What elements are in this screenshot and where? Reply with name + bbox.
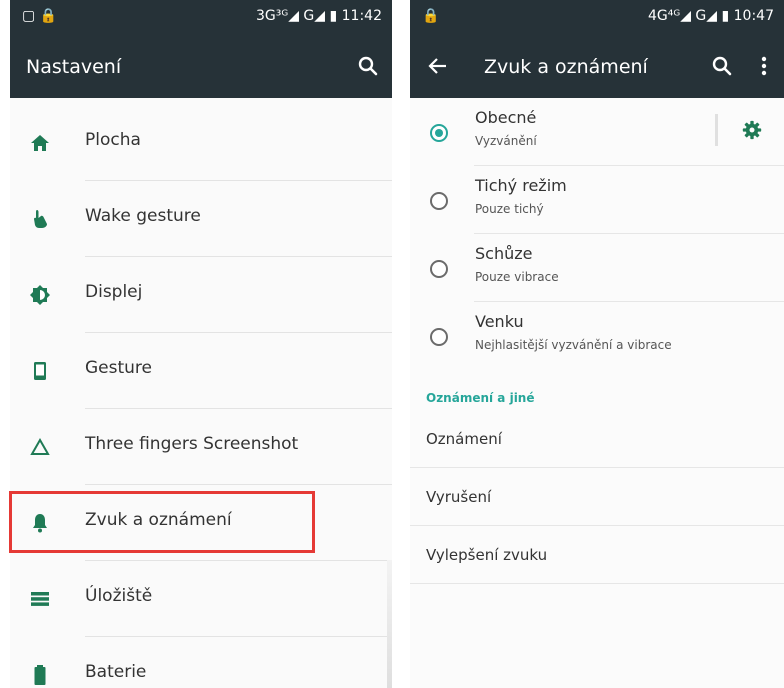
settings-item-baterie[interactable]: Baterie <box>10 637 392 688</box>
settings-item-uloziste[interactable]: Úložiště <box>10 561 392 637</box>
status-left-icons: ▢ 🔒 <box>22 8 58 24</box>
settings-item-label: Displej <box>85 282 143 302</box>
settings-item-displej[interactable]: Displej <box>10 257 392 333</box>
settings-item-label: Gesture <box>85 358 153 378</box>
home-icon <box>31 135 49 151</box>
page-title: Nastavení <box>26 56 122 78</box>
app-bar: Zvuk a oznámení <box>410 34 784 98</box>
settings-item-label: Three fingers Screenshot <box>85 434 299 454</box>
profile-subtitle: Pouze vibrace <box>475 270 559 284</box>
highlight-box <box>9 491 315 553</box>
status-left-icons: 🔒 <box>422 8 440 24</box>
settings-item-label: Oznámení <box>426 430 502 448</box>
settings-item-vylepseni-zvuku[interactable]: Vylepšení zvuku <box>410 526 784 584</box>
profile-subtitle: Nejhlasitější vyzvánění a vibrace <box>475 338 672 352</box>
phone-icon <box>34 362 46 380</box>
settings-item-label: Vylepšení zvuku <box>426 546 548 564</box>
search-icon[interactable] <box>356 54 380 78</box>
settings-item-label: Wake gesture <box>85 206 201 226</box>
status-bar: ▢ 🔒 3G³ᴳ◢ G◢ ▮ 11:42 <box>10 0 392 34</box>
settings-item-vyruseni[interactable]: Vyrušení <box>410 468 784 526</box>
settings-screen: ▢ 🔒 3G³ᴳ◢ G◢ ▮ 11:42 Nastavení Plocha Wa… <box>10 0 392 688</box>
app-bar: Nastavení <box>10 34 392 98</box>
settings-item-plocha[interactable]: Plocha <box>10 105 392 181</box>
hand-gesture-icon <box>34 210 47 228</box>
settings-item-oznameni[interactable]: Oznámení <box>410 410 784 468</box>
radio-button-selected[interactable] <box>430 124 448 142</box>
profile-subtitle: Pouze tichý <box>475 202 544 216</box>
profile-subtitle: Vyzvánění <box>475 134 537 148</box>
gear-icon[interactable] <box>742 120 762 140</box>
storage-icon <box>31 592 49 606</box>
radio-button[interactable] <box>430 192 448 210</box>
radio-button[interactable] <box>430 260 448 278</box>
battery-icon <box>34 665 46 685</box>
settings-item-wake-gesture[interactable]: Wake gesture <box>10 181 392 257</box>
status-right-info: 3G³ᴳ◢ G◢ ▮ 11:42 <box>256 8 382 24</box>
sound-profile-tichy-rezim[interactable]: Tichý režim Pouze tichý <box>410 166 784 234</box>
radio-button[interactable] <box>430 328 448 346</box>
page-title: Zvuk a oznámení <box>484 56 648 78</box>
brightness-icon <box>30 285 50 305</box>
settings-item-label: Úložiště <box>85 586 153 606</box>
profile-title: Obecné <box>475 108 537 127</box>
settings-item-label: Vyrušení <box>426 488 492 506</box>
separator <box>715 114 718 146</box>
sound-settings-screen: 🔒 4G⁴ᴳ◢ G◢ ▮ 10:47 Zvuk a oznámení Obecn… <box>410 0 784 688</box>
more-vert-icon[interactable] <box>752 54 776 78</box>
sound-profile-obecne[interactable]: Obecné Vyzvánění <box>410 98 784 166</box>
profile-title: Tichý režim <box>475 176 567 195</box>
section-header: Oznámení a jiné <box>426 391 535 405</box>
sound-profile-schuze[interactable]: Schůze Pouze vibrace <box>410 234 784 302</box>
page-fold-shadow <box>387 560 392 688</box>
search-icon[interactable] <box>710 54 734 78</box>
status-right-info: 4G⁴ᴳ◢ G◢ ▮ 10:47 <box>648 8 774 24</box>
settings-item-three-fingers-screenshot[interactable]: Three fingers Screenshot <box>10 409 392 485</box>
sound-profile-venku[interactable]: Venku Nejhlasitější vyzvánění a vibrace <box>410 302 784 370</box>
settings-item-gesture[interactable]: Gesture <box>10 333 392 409</box>
divider <box>410 583 784 584</box>
back-arrow-icon[interactable] <box>426 54 450 78</box>
settings-item-label: Baterie <box>85 662 147 682</box>
settings-item-label: Plocha <box>85 130 141 150</box>
status-bar: 🔒 4G⁴ᴳ◢ G◢ ▮ 10:47 <box>410 0 784 34</box>
profile-title: Venku <box>475 312 524 331</box>
triangle-icon <box>30 437 50 455</box>
profile-title: Schůze <box>475 244 533 263</box>
